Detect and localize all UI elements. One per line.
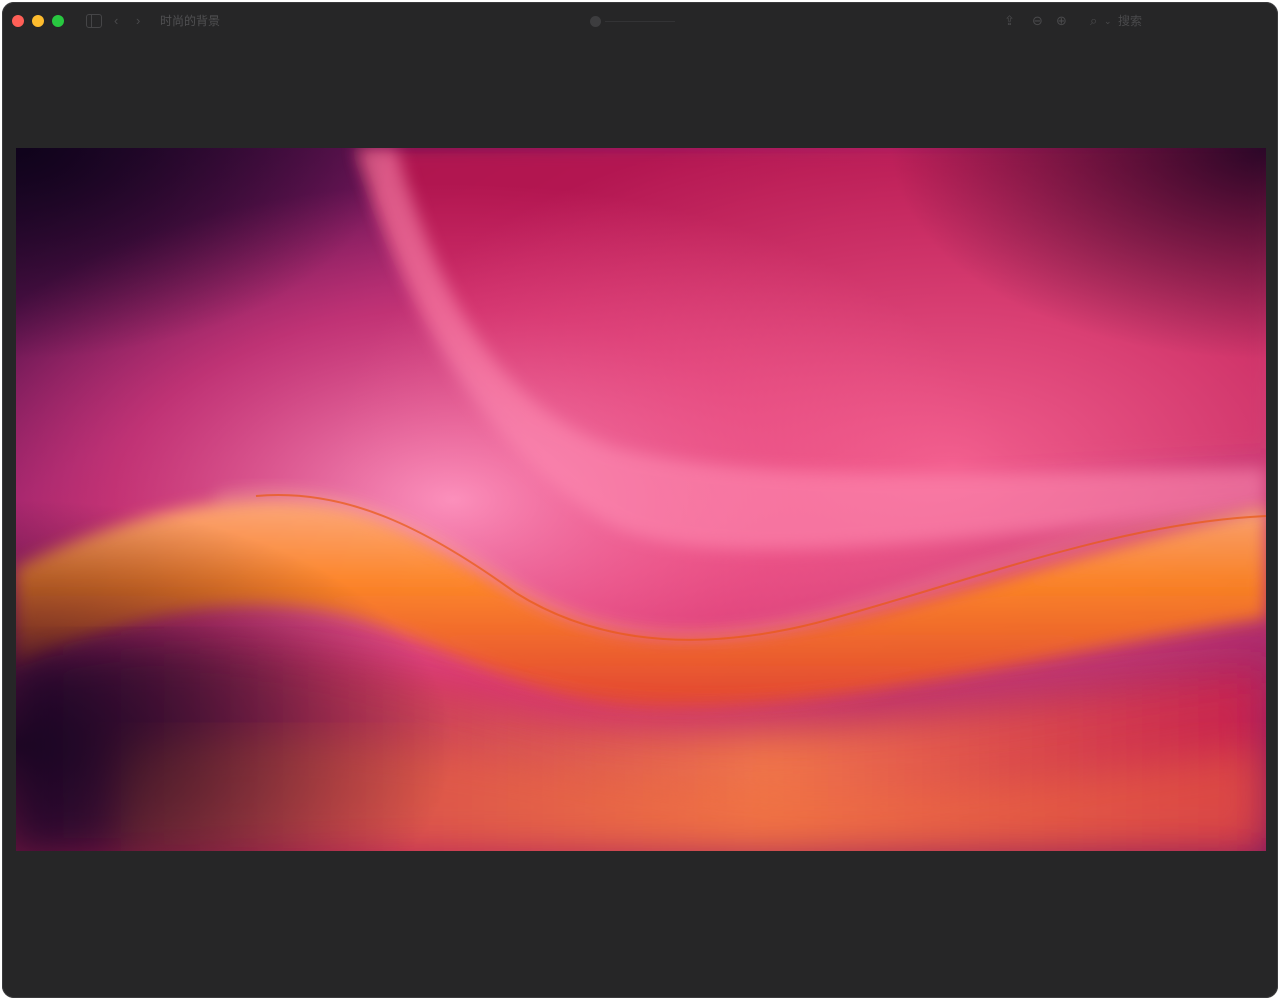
- minimize-button[interactable]: [32, 15, 44, 27]
- forward-icon[interactable]: ›: [136, 13, 148, 29]
- share-icon[interactable]: ⇪: [1004, 13, 1018, 29]
- page-indicator-track: [605, 21, 675, 22]
- window-title: 时尚的背景: [160, 14, 221, 28]
- wallpaper-image: [16, 148, 1266, 851]
- maximize-button[interactable]: [52, 15, 64, 27]
- zoom-out-icon[interactable]: ⊖: [1032, 13, 1046, 29]
- image-viewer[interactable]: [16, 148, 1266, 851]
- chevron-down-icon[interactable]: ⌄: [1104, 13, 1114, 29]
- search-field[interactable]: 搜索: [1118, 13, 1142, 29]
- page-indicator-dot: [590, 16, 601, 27]
- close-button[interactable]: [12, 15, 24, 27]
- preview-window: ‹ › 时尚的背景 ⇪ ⊖ ⊕ ⌕ ⌄ 搜索: [2, 2, 1278, 998]
- zoom-in-icon[interactable]: ⊕: [1056, 13, 1070, 29]
- titlebar: ‹ › 时尚的背景 ⇪ ⊖ ⊕ ⌕ ⌄ 搜索: [2, 2, 1278, 42]
- search-icon[interactable]: ⌕: [1090, 13, 1104, 29]
- back-icon[interactable]: ‹: [114, 13, 126, 29]
- sidebar-toggle-icon[interactable]: [86, 14, 102, 28]
